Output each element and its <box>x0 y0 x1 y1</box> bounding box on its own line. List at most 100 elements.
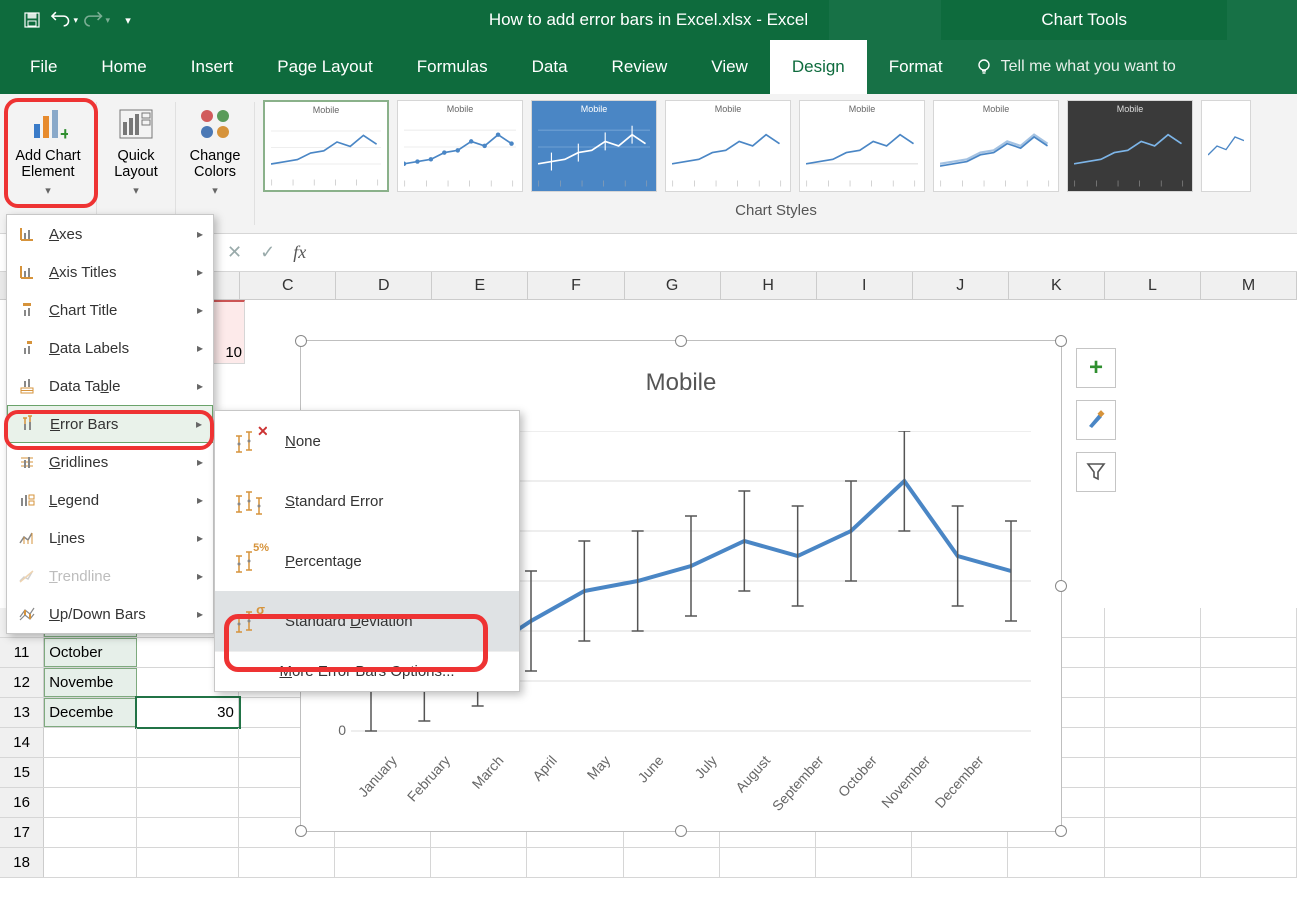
cell[interactable]: Novembe <box>44 668 136 697</box>
cell[interactable] <box>137 788 239 817</box>
cell[interactable] <box>137 818 239 847</box>
cell[interactable] <box>1105 758 1201 787</box>
save-icon[interactable] <box>18 6 46 34</box>
cell[interactable] <box>816 848 912 877</box>
cell[interactable] <box>720 848 816 877</box>
cell[interactable] <box>1105 848 1201 877</box>
quick-layout-button[interactable]: Quick Layout▾ <box>108 100 164 201</box>
cell[interactable] <box>137 728 239 757</box>
chart-style-5[interactable]: Mobile|||||| <box>799 100 925 192</box>
col-header[interactable]: J <box>913 272 1009 299</box>
chart-elements-button[interactable]: + <box>1076 348 1116 388</box>
chart-style-6[interactable]: Mobile|||||| <box>933 100 1059 192</box>
resize-handle[interactable] <box>675 825 687 837</box>
formula-input[interactable] <box>306 245 1297 260</box>
tab-data[interactable]: Data <box>510 40 590 94</box>
menu-lines[interactable]: Lines▸ <box>7 519 213 557</box>
enter-formula-icon[interactable]: ✓ <box>260 242 275 263</box>
row-header[interactable]: 15 <box>0 758 44 787</box>
cell[interactable]: October <box>44 638 136 667</box>
cell[interactable] <box>912 848 1008 877</box>
tab-formulas[interactable]: Formulas <box>395 40 510 94</box>
resize-handle[interactable] <box>675 335 687 347</box>
resize-handle[interactable] <box>1055 580 1067 592</box>
cell[interactable]: 30 <box>137 698 239 727</box>
col-header[interactable]: E <box>432 272 528 299</box>
chart-style-8[interactable] <box>1201 100 1251 192</box>
row-header[interactable]: 16 <box>0 788 44 817</box>
chart-style-2[interactable]: Mobile|||||| <box>397 100 523 192</box>
cell[interactable] <box>1105 638 1201 667</box>
chart-style-1[interactable]: Mobile|||||| <box>263 100 389 192</box>
tab-view[interactable]: View <box>689 40 770 94</box>
chart-style-3[interactable]: Mobile|||||| <box>531 100 657 192</box>
row-header[interactable]: 11 <box>0 638 44 667</box>
tab-page-layout[interactable]: Page Layout <box>255 40 394 94</box>
cell[interactable] <box>1201 698 1297 727</box>
chart-styles-button[interactable] <box>1076 400 1116 440</box>
menu-up-down-bars[interactable]: Up/Down Bars▸ <box>7 595 213 633</box>
chart-style-7[interactable]: Mobile|||||| <box>1067 100 1193 192</box>
cell[interactable] <box>44 728 136 757</box>
more-error-bars-options[interactable]: More Error Bars Options... <box>215 651 519 691</box>
chart-style-4[interactable]: Mobile|||||| <box>665 100 791 192</box>
cancel-formula-icon[interactable]: ✕ <box>227 242 242 263</box>
col-header[interactable]: H <box>721 272 817 299</box>
resize-handle[interactable] <box>1055 825 1067 837</box>
tab-insert[interactable]: Insert <box>169 40 256 94</box>
error-bars-percentage[interactable]: 5% Percentage <box>215 531 519 591</box>
cell[interactable] <box>1105 698 1201 727</box>
cell[interactable] <box>44 818 136 847</box>
tab-file[interactable]: File <box>8 40 79 94</box>
add-chart-element-button[interactable]: + Add Chart Element▾ <box>9 100 86 201</box>
row-header[interactable]: 18 <box>0 848 44 877</box>
error-bars-standard-deviation[interactable]: σ Standard Deviation <box>215 591 519 651</box>
menu-error-bars[interactable]: Error Bars▸ <box>7 405 213 443</box>
chart-filters-button[interactable] <box>1076 452 1116 492</box>
chart-title-text[interactable]: Mobile <box>301 369 1061 397</box>
row-header[interactable]: 12 <box>0 668 44 697</box>
col-header[interactable]: D <box>336 272 432 299</box>
col-header[interactable]: G <box>625 272 721 299</box>
cell[interactable] <box>1105 818 1201 847</box>
error-bars-none[interactable]: ✕ None <box>215 411 519 471</box>
tab-design[interactable]: Design <box>770 40 867 94</box>
tab-review[interactable]: Review <box>590 40 690 94</box>
row-header[interactable]: 13 <box>0 698 44 727</box>
cell[interactable] <box>44 788 136 817</box>
cell[interactable] <box>335 848 431 877</box>
error-bars-standard-error[interactable]: Standard Error <box>215 471 519 531</box>
col-header[interactable]: I <box>817 272 913 299</box>
col-header[interactable]: C <box>240 272 336 299</box>
menu-chart-title[interactable]: Chart Title▸ <box>7 291 213 329</box>
change-colors-button[interactable]: Change Colors▾ <box>184 100 247 201</box>
cell[interactable] <box>1201 608 1297 637</box>
menu-data-table[interactable]: Data Table▸ <box>7 367 213 405</box>
cell[interactable] <box>137 848 239 877</box>
menu-legend[interactable]: Legend▸ <box>7 481 213 519</box>
cell[interactable] <box>1201 638 1297 667</box>
fx-label[interactable]: fx <box>293 242 306 263</box>
qat-customize-icon[interactable]: ▾ <box>114 6 142 34</box>
menu-axes[interactable]: Axes▸ <box>7 215 213 253</box>
cell[interactable] <box>1201 818 1297 847</box>
cell[interactable] <box>1105 668 1201 697</box>
chart-styles-gallery[interactable]: Mobile|||||| Mobile|||||| Mobile|||||| M… <box>255 94 1297 198</box>
resize-handle[interactable] <box>1055 335 1067 347</box>
col-header[interactable]: L <box>1105 272 1201 299</box>
col-header[interactable]: K <box>1009 272 1105 299</box>
cell[interactable]: Decembe <box>44 698 136 727</box>
cell-partial[interactable]: 10 <box>214 300 245 364</box>
cell[interactable] <box>1201 758 1297 787</box>
cell[interactable] <box>1105 728 1201 757</box>
cell[interactable] <box>1105 608 1201 637</box>
menu-data-labels[interactable]: Data Labels▸ <box>7 329 213 367</box>
tell-me-search[interactable]: Tell me what you want to <box>975 40 1176 94</box>
menu-axis-titles[interactable]: Axis Titles▸ <box>7 253 213 291</box>
cell[interactable] <box>44 848 136 877</box>
cell[interactable] <box>239 848 335 877</box>
cell[interactable] <box>1201 848 1297 877</box>
cell[interactable] <box>1201 788 1297 817</box>
menu-gridlines[interactable]: Gridlines▸ <box>7 443 213 481</box>
tab-home[interactable]: Home <box>79 40 168 94</box>
